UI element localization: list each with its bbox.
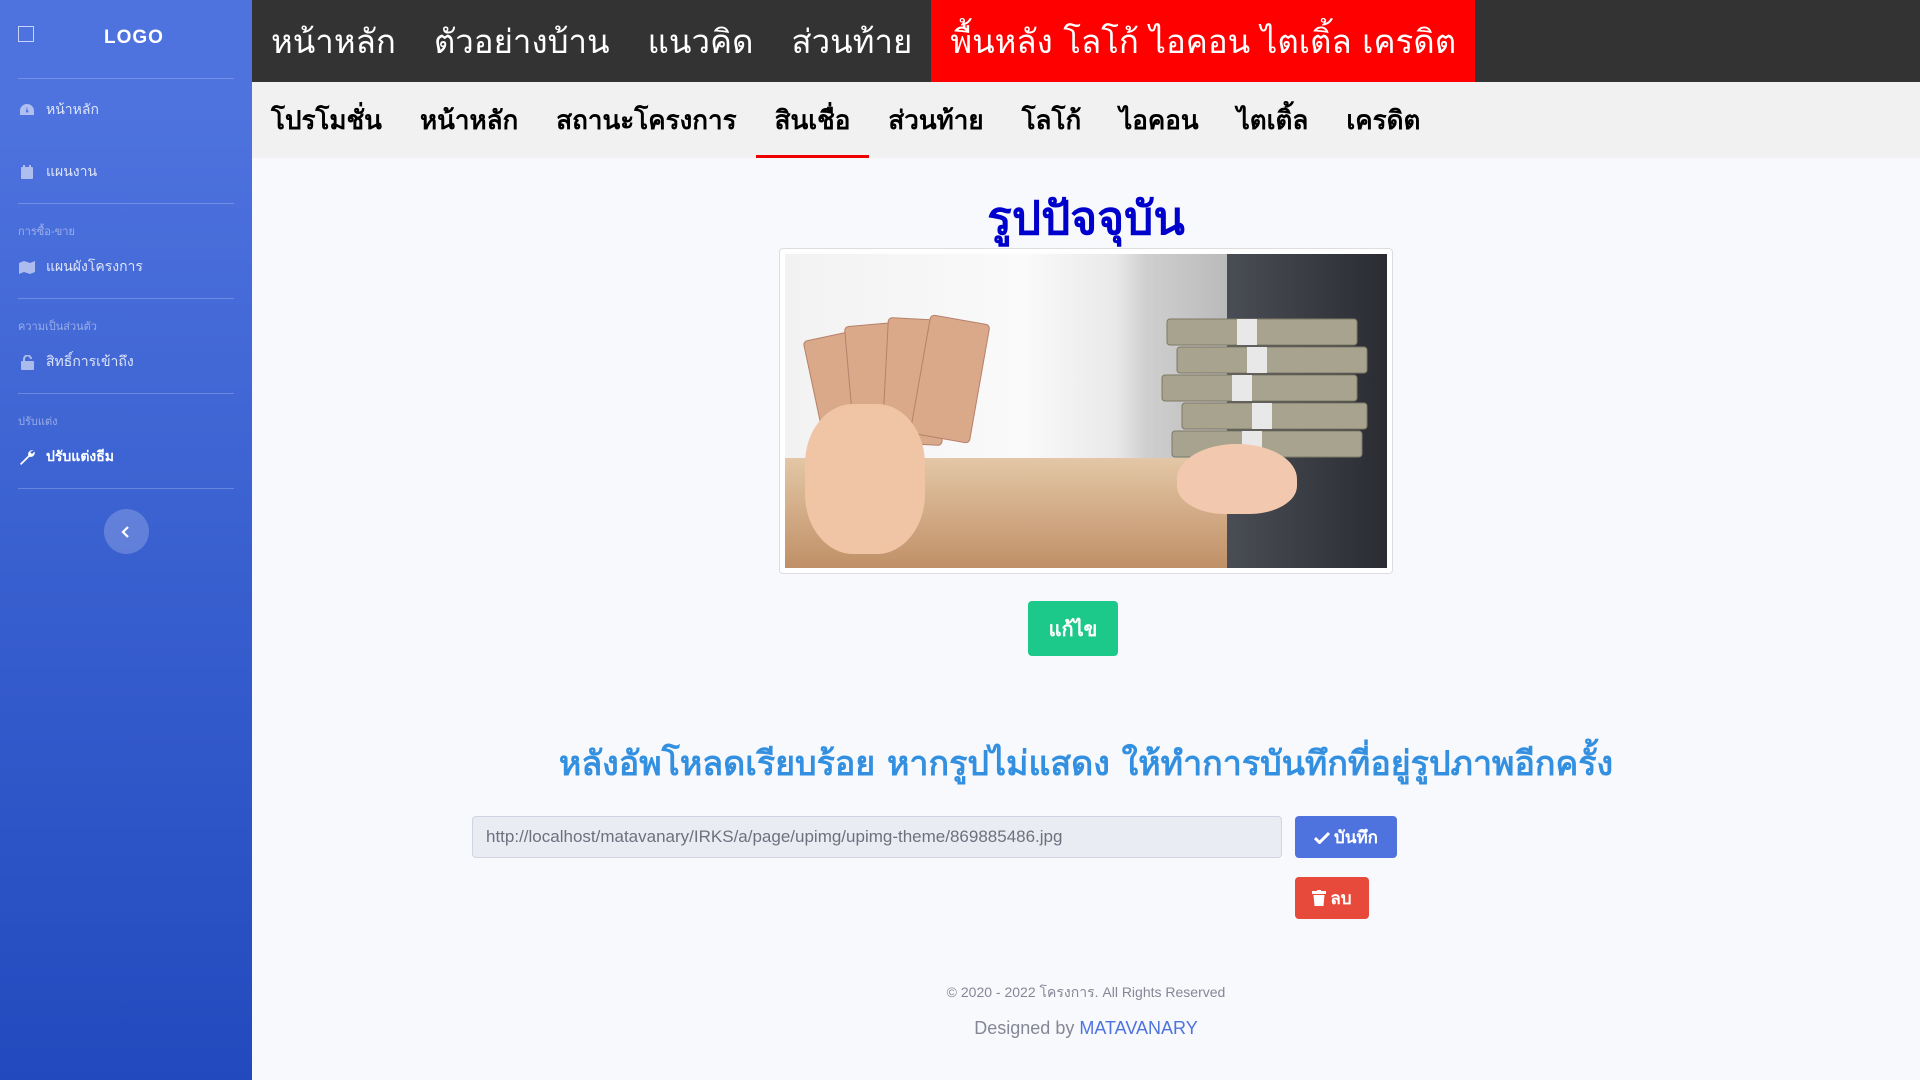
copyright-text: © 2020 - 2022 โครงการ. All Rights Reserv… [946, 984, 1226, 1000]
calendar-icon [18, 163, 36, 181]
check-icon [1314, 831, 1331, 844]
sidebar-item-home[interactable]: หน้าหลัก [0, 79, 252, 141]
sidebar-item-label: แผนงาน [46, 164, 98, 180]
sidebar-item-label: ปรับแต่งธีม [46, 449, 115, 465]
trash-icon [1312, 890, 1327, 906]
subnav-item-home[interactable]: หน้าหลัก [401, 82, 537, 158]
sidebar-item-label: หน้าหลัก [46, 102, 99, 118]
subnav-item-project-status[interactable]: สถานะโครงการ [537, 82, 755, 158]
sidebar-heading: การซื้อ-ขาย [18, 225, 75, 238]
sidebar-toggle-wrap [0, 509, 252, 554]
photo-cash-stacks [1161, 318, 1368, 458]
sidebar: LOGO หน้าหลัก แผนงาน การซื้อ-ขาย แผนผังโ… [0, 0, 252, 1080]
subnav-item-logo[interactable]: โลโก้ [1003, 82, 1101, 158]
main-content: รูปปัจจุบัน แก้ไข หลังอัพโหลดเรียบร้อย ห… [252, 158, 1920, 1080]
designer-link[interactable]: MATAVANARY [1079, 1018, 1197, 1038]
subnav-item-title[interactable]: ไตเติ้ล [1218, 82, 1328, 158]
brand-text: LOGO [104, 27, 164, 48]
image-url-input[interactable] [472, 816, 1282, 858]
topnav-item-background-logo[interactable]: พื้นหลัง โลโก้ ไอคอน ไตเติ้ล เครดิต [931, 0, 1476, 82]
delete-button[interactable]: ลบ [1295, 877, 1369, 919]
sidebar-toggle-button[interactable] [103, 509, 149, 554]
save-button[interactable]: บันทึก [1295, 816, 1397, 858]
edit-button[interactable]: แก้ไข [1028, 601, 1118, 656]
upload-notice: หลังอัพโหลดเรียบร้อย หากรูปไม่แสดง ให้ทำ… [558, 744, 1614, 784]
topnav-item-concept[interactable]: แนวคิด [629, 0, 773, 82]
sub-navigation: โปรโมชั่น หน้าหลัก สถานะโครงการ สินเชื่อ… [252, 82, 1920, 158]
sidebar-divider [18, 298, 234, 299]
topnav-item-home[interactable]: หน้าหลัก [252, 0, 415, 82]
designer-credit: Designed by MATAVANARY [252, 1018, 1920, 1039]
sidebar-item-project-map[interactable]: แผนผังโครงการ [0, 236, 252, 298]
sidebar-item-theme[interactable]: ปรับแต่งธีม [0, 426, 252, 488]
designed-by-label: Designed by [974, 1018, 1075, 1038]
sidebar-item-plan[interactable]: แผนงาน [0, 141, 252, 203]
sidebar-item-label: แผนผังโครงการ [46, 259, 143, 275]
subnav-item-loan[interactable]: สินเชื่อ [755, 82, 870, 158]
photo-right-hand [1177, 444, 1297, 514]
wrench-icon [18, 448, 36, 466]
subnav-item-promotion[interactable]: โปรโมชั่น [252, 82, 401, 158]
subnav-item-footer[interactable]: ส่วนท้าย [869, 82, 1002, 158]
sidebar-brand[interactable]: LOGO [0, 0, 252, 78]
save-button-label: บันทึก [1334, 827, 1378, 847]
sidebar-item-label: สิทธิ์การเข้าถึง [46, 354, 134, 370]
delete-button-label: ลบ [1330, 888, 1352, 908]
logo-image [18, 26, 34, 42]
current-image [779, 248, 1393, 574]
sidebar-heading: ความเป็นส่วนตัว [18, 320, 97, 333]
sidebar-divider [18, 203, 234, 204]
subnav-item-credit[interactable]: เครดิต [1327, 82, 1439, 158]
photo-left-hand [805, 404, 925, 554]
chevron-left-icon [121, 525, 129, 538]
money-photo [785, 254, 1387, 568]
top-navigation: หน้าหลัก ตัวอย่างบ้าน แนวคิด ส่วนท้าย พื… [252, 0, 1920, 82]
page-title: รูปปัจจุบัน [987, 191, 1185, 245]
topnav-item-house-samples[interactable]: ตัวอย่างบ้าน [415, 0, 629, 82]
topnav-item-footer[interactable]: ส่วนท้าย [772, 0, 931, 82]
map-icon [18, 258, 36, 276]
sidebar-heading: ปรับแต่ง [18, 415, 58, 428]
dashboard-icon [18, 101, 36, 119]
subnav-item-icon[interactable]: ไอคอน [1100, 82, 1217, 158]
sidebar-divider [18, 488, 234, 489]
sidebar-divider [18, 393, 234, 394]
sidebar-item-access[interactable]: สิทธิ์การเข้าถึง [0, 331, 252, 393]
lock-icon [18, 353, 36, 371]
